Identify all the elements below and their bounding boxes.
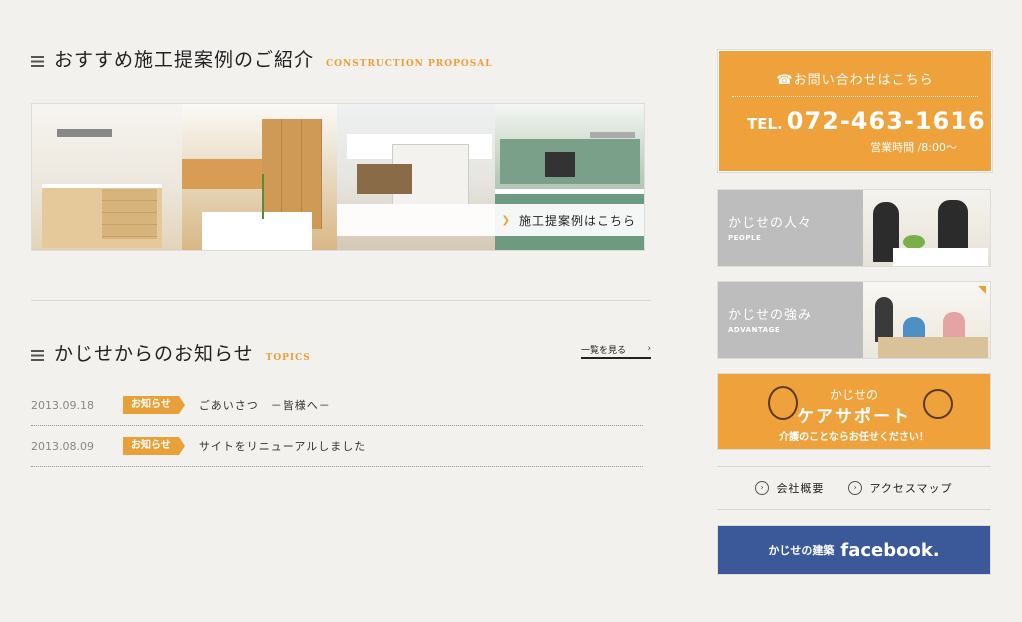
news-date: 2013.09.18 xyxy=(31,398,94,412)
people-card[interactable]: かじせの人々 PEOPLE xyxy=(717,189,991,267)
proposal-link-label: 施工提案例はこちら xyxy=(518,213,636,228)
care-line2: ケアサポート xyxy=(797,407,911,427)
people-title: かじせの人々 xyxy=(728,216,813,231)
news-item[interactable]: 2013.08.09 お知らせ サイトをリニューアルしました xyxy=(31,426,643,467)
advantage-title-en: ADVANTAGE xyxy=(728,326,781,334)
care-line1: かじせの xyxy=(829,388,878,402)
care-support-banner[interactable]: かじせの ケアサポート 介護のことならお任せください！ xyxy=(717,373,991,450)
topics-heading: かじせからのお知らせ TOPICS xyxy=(31,339,311,366)
facebook-banner[interactable]: かじせの建築 facebook. xyxy=(717,525,991,575)
people-title-en: PEOPLE xyxy=(728,234,762,242)
view-all-link[interactable]: 一覧を見る › xyxy=(581,342,651,359)
news-badge: お知らせ xyxy=(123,437,185,455)
advantage-photo xyxy=(863,282,990,358)
topics-title: かじせからのお知らせ xyxy=(54,343,254,365)
list-icon xyxy=(31,350,44,361)
tel-label: TEL. xyxy=(747,115,783,133)
company-profile-link[interactable]: › 会社概要 xyxy=(755,480,824,496)
phone-icon: ☎ xyxy=(776,73,794,88)
kitchen-photo-1 xyxy=(32,104,182,250)
chevron-right-icon: › xyxy=(848,481,863,495)
news-title[interactable]: ごあいさつ －皆様へ－ xyxy=(199,397,331,413)
people-label: かじせの人々 PEOPLE xyxy=(718,190,863,266)
dotted-divider xyxy=(732,96,978,97)
advantage-title: かじせの強み xyxy=(728,308,813,323)
news-badge: お知らせ xyxy=(123,396,185,414)
people-photo xyxy=(863,190,990,266)
proposal-title-en: CONSTRUCTION PROPOSAL xyxy=(326,59,493,69)
corner-marker-icon xyxy=(978,286,986,294)
business-hours: 営業時間 /8:00～ xyxy=(870,141,957,154)
proposal-heading: おすすめ施工提案例のご紹介 CONSTRUCTION PROPOSAL xyxy=(31,45,493,72)
news-item[interactable]: 2013.09.18 お知らせ ごあいさつ －皆様へ－ xyxy=(31,385,643,426)
chevron-right-icon: › xyxy=(755,481,770,495)
facebook-logo: facebook. xyxy=(840,539,940,561)
contact-tel[interactable]: TEL. 072-463-1616 xyxy=(747,107,986,135)
kitchen-photo-2 xyxy=(182,104,337,250)
access-map-link[interactable]: › アクセスマップ xyxy=(848,480,952,496)
divider xyxy=(31,300,651,301)
care-line3: 介護のことならお任せください！ xyxy=(779,432,929,443)
topics-title-en: TOPICS xyxy=(265,353,311,363)
news-title[interactable]: サイトをリニューアルしました xyxy=(199,438,366,454)
chevron-right-icon: ❯ xyxy=(501,214,511,226)
chevron-right-icon: › xyxy=(647,344,651,354)
contact-heading: ☎お問い合わせはこちら xyxy=(776,73,934,88)
facebook-label: かじせの建築 xyxy=(768,544,835,557)
contact-box[interactable]: ☎お問い合わせはこちら TEL. 072-463-1616 営業時間 /8:00… xyxy=(717,49,993,173)
proposal-link[interactable]: ❯ 施工提案例はこちら xyxy=(337,204,644,236)
advantage-label: かじせの強み ADVANTAGE xyxy=(718,282,863,358)
view-all-label: 一覧を見る xyxy=(581,345,627,356)
news-date: 2013.08.09 xyxy=(31,439,94,453)
proposal-banner[interactable]: ❯ 施工提案例はこちら xyxy=(31,103,645,251)
list-icon xyxy=(31,56,44,67)
proposal-title: おすすめ施工提案例のご紹介 xyxy=(54,49,315,71)
advantage-card[interactable]: かじせの強み ADVANTAGE xyxy=(717,281,991,359)
tel-number[interactable]: 072-463-1616 xyxy=(787,107,986,135)
footer-links: › 会社概要 › アクセスマップ xyxy=(717,466,991,510)
